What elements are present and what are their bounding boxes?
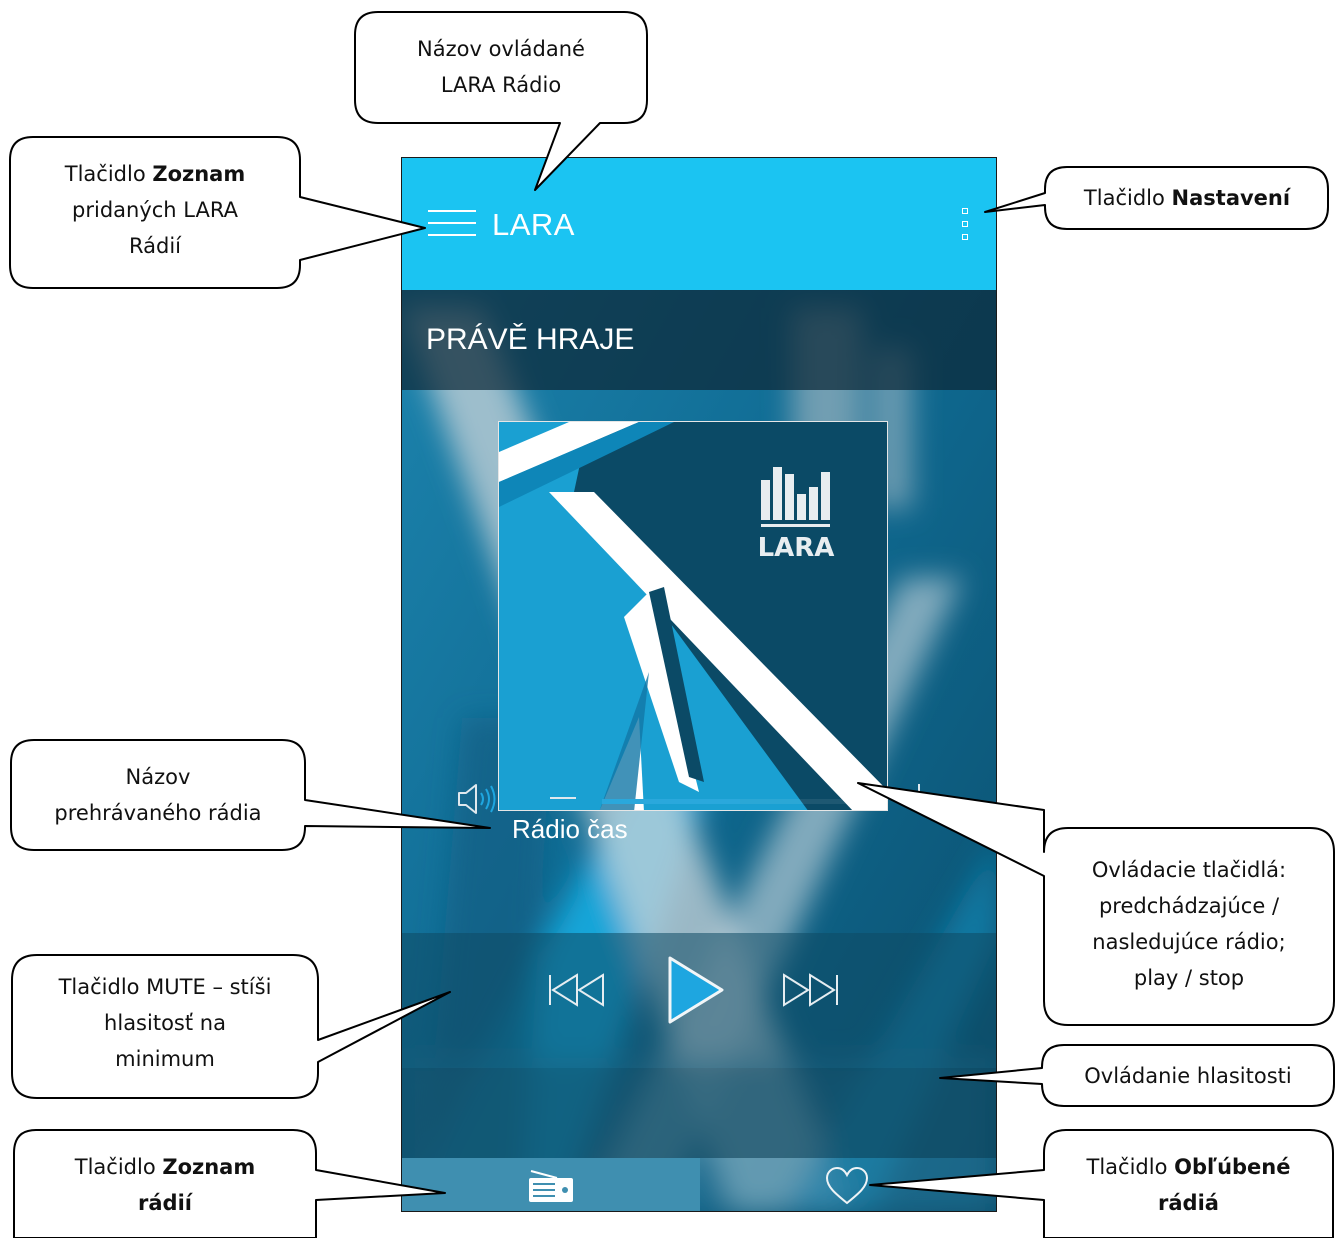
logo-text: LARA [758, 533, 835, 563]
bottom-navigation [402, 1158, 996, 1211]
artwork-graphic: LARA [499, 422, 887, 810]
callout-title: Názov ovládané LARA Rádio [417, 37, 585, 97]
volume-controls [402, 1068, 996, 1158]
volume-slider-fill [602, 799, 740, 804]
callout-station: Názov prehrávaného rádia [54, 765, 262, 825]
app-title: LARA [492, 207, 575, 242]
station-artwork: LARA [498, 421, 888, 811]
app-bar: LARA [402, 158, 996, 290]
volume-slider[interactable] [602, 799, 867, 804]
skip-next-icon[interactable] [780, 972, 840, 1008]
vertical-dots-icon[interactable] [962, 208, 970, 244]
play-icon[interactable] [664, 954, 726, 1026]
plus-icon[interactable] [904, 782, 934, 812]
heart-icon [825, 1166, 869, 1205]
tab-radio-list[interactable] [402, 1158, 700, 1211]
radio-icon [529, 1170, 573, 1202]
speaker-icon[interactable] [456, 782, 498, 816]
callout-settings: Tlačidlo Nastavení [1083, 186, 1291, 210]
hamburger-icon[interactable] [428, 210, 476, 238]
callout-radiolist: Tlačidlo Zoznam rádií [74, 1155, 256, 1215]
station-name: Rádio čas [512, 814, 628, 844]
tab-favorites[interactable] [700, 1158, 996, 1211]
callout-favorites: Tlačidlo Obľúbené rádiá [1086, 1155, 1291, 1215]
phone-screen: LARA PRÁVĚ HRAJE LARA Rádio čas [401, 157, 997, 1212]
minus-icon[interactable] [548, 788, 578, 808]
callout-mute: Tlačidlo MUTE – stíši hlasitosť na minim… [58, 975, 272, 1071]
callout-controls: Ovládacie tlačidlá: predchádzajúce / nas… [1091, 858, 1287, 990]
callout-menu: Tlačidlo Zoznam pridaných LARA Rádií [64, 162, 246, 258]
callout-volume: Ovládanie hlasitosti [1084, 1064, 1292, 1088]
section-title: PRÁVĚ HRAJE [426, 323, 635, 356]
skip-previous-icon[interactable] [547, 972, 607, 1008]
